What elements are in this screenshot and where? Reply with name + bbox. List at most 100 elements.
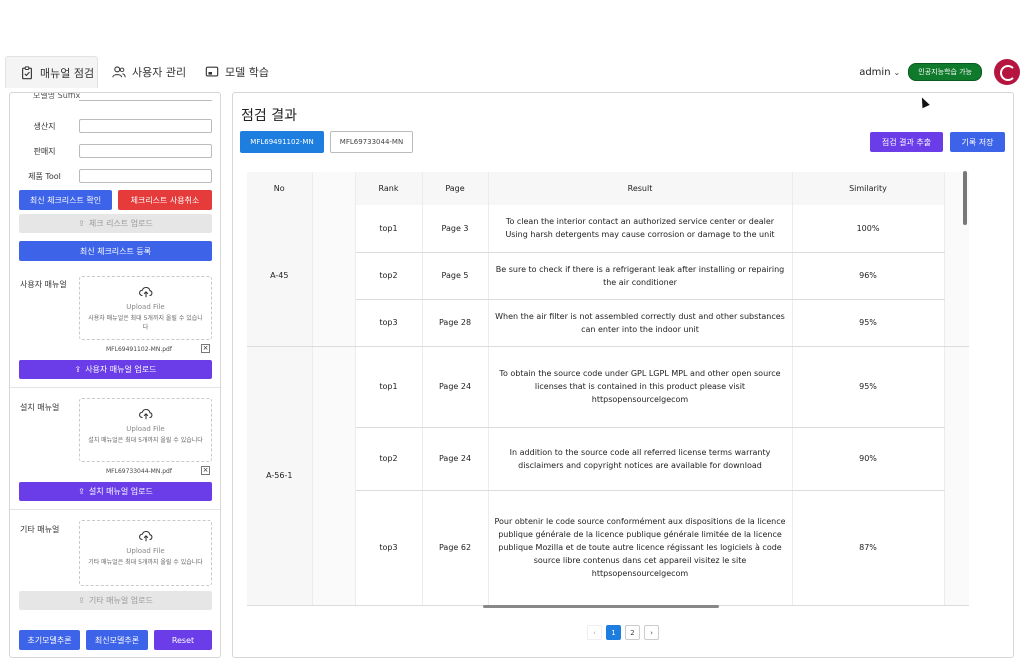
- save-record-button[interactable]: 기록 저장: [950, 132, 1005, 152]
- field-row: 생산지: [10, 118, 220, 134]
- page-cell: Page 3: [422, 205, 489, 253]
- spacer-cell: [312, 346, 356, 606]
- install-manual-label: 설치 매뉴얼: [20, 403, 60, 412]
- suffix-input-edge: [79, 100, 212, 101]
- initial-model-inference-button[interactable]: 초기모델추론: [19, 630, 80, 650]
- upload-title: Upload File: [126, 425, 165, 433]
- field-label: 판매지: [33, 146, 56, 156]
- rank-cell: top2: [355, 252, 423, 300]
- remove-file-icon[interactable]: ×: [201, 344, 210, 353]
- column-header-rank[interactable]: Rank: [355, 172, 423, 205]
- cloud-upload-icon: [138, 409, 152, 420]
- section-divider: [10, 509, 220, 510]
- remove-file-icon[interactable]: ×: [201, 466, 210, 475]
- results-table: No Rank Page Result Similarity A-45 top1: [247, 172, 969, 606]
- product-tool-input[interactable]: [79, 169, 212, 183]
- user-area: admin ⌄ 인공지능학습 가능: [859, 56, 1024, 88]
- upload-desc: 설치 매뉴얼은 최대 5개까지 올릴 수 있습니다: [88, 437, 203, 444]
- button-label: 설치 매뉴얼 업로드: [88, 487, 153, 496]
- user-manual-upload-button[interactable]: ⇪ 사용자 매뉴얼 업로드: [19, 360, 212, 379]
- upload-icon: ⇪: [78, 487, 85, 496]
- register-checklist-button[interactable]: 최신 체크리스트 등록: [19, 241, 212, 261]
- other-manual-upload-button[interactable]: ⇪ 기타 매뉴얼 업로드: [19, 591, 212, 610]
- button-label: 기타 매뉴얼 업로드: [88, 596, 153, 605]
- clipboard-check-icon: [22, 65, 32, 79]
- column-header-no[interactable]: No: [247, 172, 313, 205]
- user-manual-label: 사용자 매뉴얼: [20, 280, 67, 289]
- pagination-page-1[interactable]: 1: [606, 625, 621, 640]
- table-row[interactable]: top2 Page 24 In addition to the source c…: [247, 427, 969, 491]
- users-icon: [112, 66, 126, 78]
- latest-model-inference-button[interactable]: 최신모델추론: [86, 630, 148, 650]
- cloud-upload-icon: [138, 287, 152, 298]
- upload-desc: 기타 매뉴얼은 최대 5개까지 올릴 수 있습니다: [88, 559, 203, 566]
- column-header-page[interactable]: Page: [422, 172, 489, 205]
- button-label: 체크 리스트 업로드: [88, 219, 153, 228]
- cancel-checklist-button[interactable]: 체크리스트 사용취소: [118, 190, 212, 210]
- rank-cell: top2: [355, 427, 423, 491]
- pagination: ‹ 1 2 ›: [587, 625, 663, 640]
- pagination-next[interactable]: ›: [644, 625, 659, 640]
- other-manual-dropzone[interactable]: Upload File 기타 매뉴얼은 최대 5개까지 올릴 수 있습니다: [79, 520, 212, 586]
- tab-manual-1[interactable]: MFL69491102-MN: [240, 131, 324, 153]
- cloud-upload-icon: [138, 531, 152, 542]
- pagination-prev[interactable]: ‹: [587, 625, 602, 640]
- install-manual-dropzone[interactable]: Upload File 설치 매뉴얼은 최대 5개까지 올릴 수 있습니다: [79, 398, 212, 462]
- pagination-page-2[interactable]: 2: [625, 625, 640, 640]
- result-cell: Be sure to check if there is a refrigera…: [488, 252, 793, 300]
- table-row[interactable]: A-45 top1 Page 3 To clean the interior c…: [247, 205, 969, 347]
- upload-icon: ⇪: [74, 365, 82, 374]
- results-table-container[interactable]: No Rank Page Result Similarity A-45 top1: [247, 172, 969, 606]
- similarity-cell: 95%: [792, 299, 945, 347]
- result-cell: When the air filter is not assembled cor…: [488, 299, 793, 347]
- rank-cell: top1: [355, 346, 423, 428]
- horizontal-scrollbar[interactable]: [483, 605, 719, 608]
- upload-checklist-button[interactable]: ⇪ 체크 리스트 업로드: [19, 214, 212, 233]
- tab-label: 사용자 관리: [132, 66, 187, 79]
- page-cell: Page 24: [422, 427, 489, 491]
- chevron-down-icon: ⌄: [893, 67, 901, 77]
- table-row[interactable]: top3 Page 62 Pour obtenir le code source…: [247, 490, 969, 606]
- reset-button[interactable]: Reset: [154, 630, 212, 650]
- results-panel: 점검 결과 MFL69491102-MN MFL69733044-MN 점검 결…: [232, 92, 1014, 658]
- field-label: 생산지: [33, 121, 56, 131]
- tab-label: 모델 학습: [225, 66, 269, 79]
- table-row[interactable]: top3 Page 28 When the air filter is not …: [247, 299, 969, 347]
- upload-title: Upload File: [126, 303, 165, 311]
- user-manual-dropzone[interactable]: Upload File 사용자 매뉴얼은 최대 5개까지 올릴 수 있습니다: [79, 276, 212, 340]
- upload-icon: ⇪: [78, 596, 85, 605]
- similarity-cell: 96%: [792, 252, 945, 300]
- result-cell: To clean the interior contact an authori…: [488, 205, 793, 253]
- field-row: 제품 Tool: [10, 168, 220, 184]
- export-results-button[interactable]: 점검 결과 추출: [870, 132, 943, 152]
- check-latest-checklist-button[interactable]: 최신 체크리스트 확인: [19, 190, 112, 210]
- column-header-result[interactable]: Result: [488, 172, 793, 205]
- suffix-label: 모델명 Suffix: [33, 92, 81, 100]
- tab-user-management[interactable]: 사용자 관리: [112, 56, 192, 88]
- spacer-cell: [312, 205, 356, 347]
- user-manual-filename: MFL69491102-MN.pdf: [106, 346, 172, 353]
- sales-site-input[interactable]: [79, 144, 212, 158]
- user-menu[interactable]: admin ⌄: [859, 67, 900, 78]
- table-header-row: No Rank Page Result Similarity: [247, 172, 969, 205]
- spacer-cell: [944, 205, 969, 347]
- lg-logo: [994, 59, 1020, 85]
- install-manual-upload-button[interactable]: ⇪ 설치 매뉴얼 업로드: [19, 482, 212, 501]
- rank-cell: top3: [355, 490, 423, 606]
- similarity-cell: 90%: [792, 427, 945, 491]
- page-cell: Page 28: [422, 299, 489, 347]
- table-row[interactable]: top2 Page 5 Be sure to check if there is…: [247, 252, 969, 300]
- vertical-scrollbar[interactable]: [963, 171, 967, 225]
- tab-manual-check[interactable]: 매뉴얼 점검: [5, 56, 98, 88]
- page-title: 점검 결과: [241, 108, 297, 124]
- field-label: 제품 Tool: [28, 171, 61, 181]
- tab-manual-2[interactable]: MFL69733044-MN: [330, 131, 413, 153]
- tab-model-training[interactable]: 모델 학습: [205, 56, 275, 88]
- spacer-cell: [944, 346, 969, 606]
- column-header-similarity[interactable]: Similarity: [792, 172, 945, 205]
- upload-desc: 사용자 매뉴얼은 최대 5개까지 올릴 수 있습니다: [88, 315, 203, 331]
- table-row[interactable]: A-56-1 top1 Page 24 To obtain the source…: [247, 346, 969, 606]
- app-root: 매뉴얼 점검 사용자 관리 모델 학습 admin ⌄ 인공지능학습 가능 모델명…: [0, 0, 1024, 658]
- tab-label: 매뉴얼 점검: [40, 66, 95, 80]
- production-site-input[interactable]: [79, 119, 212, 133]
